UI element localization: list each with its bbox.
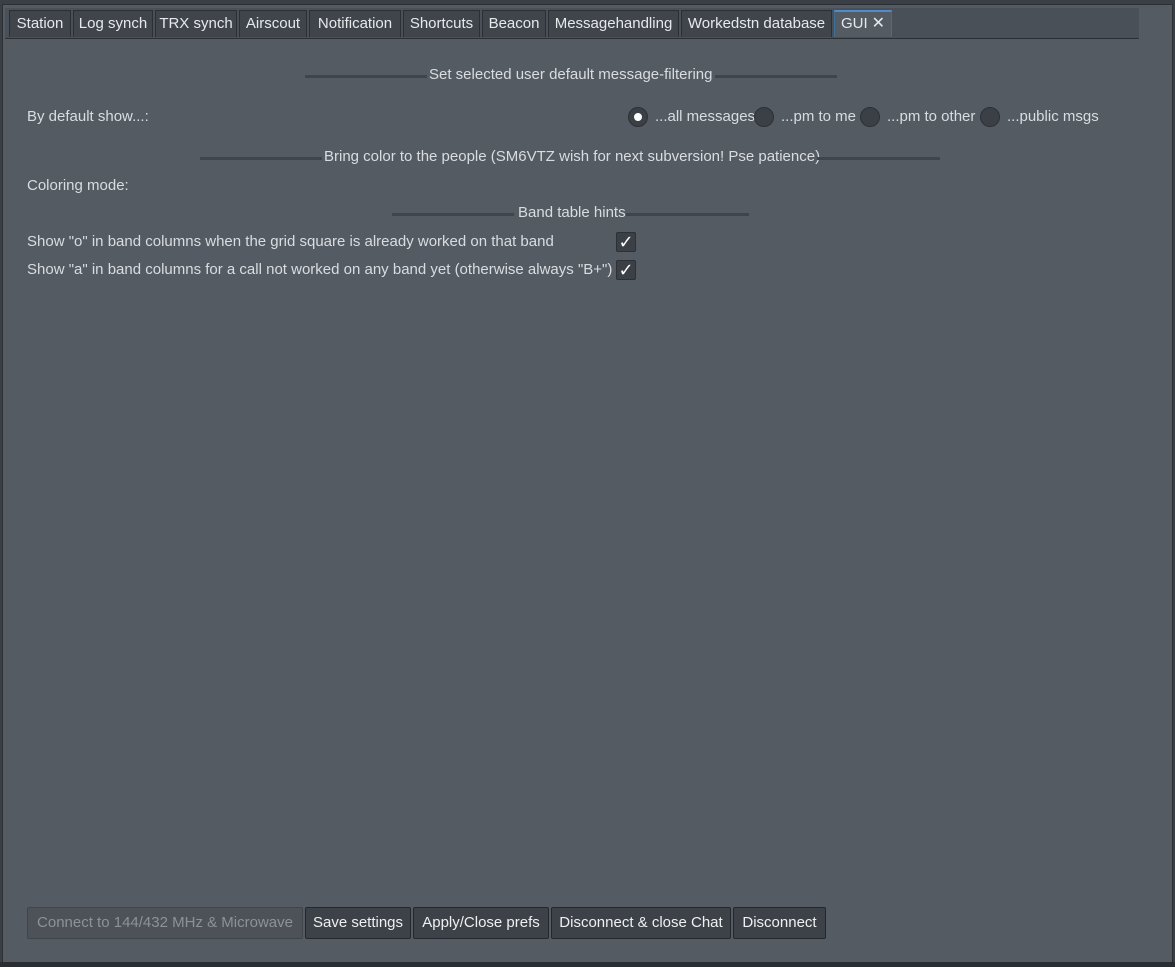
hint-o-checkbox[interactable]: ✓: [616, 232, 636, 252]
underlying-window-edge: [0, 962, 1175, 967]
section-title: Bring color to the people (SM6VTZ wish f…: [324, 148, 821, 165]
hint-o-label: Show "o" in band columns when the grid s…: [27, 233, 554, 250]
tab-label: Beacon: [488, 15, 540, 32]
tab-label: GUI: [840, 15, 868, 32]
tab-gui[interactable]: GUI ✕: [834, 10, 892, 37]
disconnect-button[interactable]: Disconnect: [733, 907, 826, 939]
hint-a-label: Show "a" in band columns for a call not …: [27, 261, 613, 278]
tab-label: TRX synch: [159, 15, 233, 32]
tab-label: Notification: [317, 15, 393, 32]
tab-log-synch[interactable]: Log synch: [73, 10, 153, 37]
section-coloring: Bring color to the people (SM6VTZ wish f…: [200, 148, 940, 168]
tab-station[interactable]: Station: [9, 10, 71, 37]
tab-label: Messagehandling: [554, 15, 673, 32]
save-settings-button[interactable]: Save settings: [305, 907, 411, 939]
default-show-label: By default show...:: [27, 108, 149, 125]
checkmark-icon: ✓: [618, 232, 634, 252]
tab-label: Log synch: [78, 15, 148, 32]
tab-shortcuts[interactable]: Shortcuts: [403, 10, 480, 37]
tab-label: Shortcuts: [409, 15, 474, 32]
connect-button[interactable]: Connect to 144/432 MHz & Microwave: [27, 907, 303, 939]
section-band-table-hints: Band table hints: [392, 204, 749, 224]
coloring-mode-label: Coloring mode:: [27, 177, 129, 194]
close-icon[interactable]: ✕: [872, 15, 885, 32]
disconnect-close-chat-button[interactable]: Disconnect & close Chat: [551, 907, 731, 939]
tab-label: Workedstn database: [687, 15, 826, 32]
tab-bar: Station Log synch TRX synch Airscout Not…: [5, 8, 1139, 39]
radio-label-public-msgs: ...public msgs: [1007, 108, 1099, 125]
radio-label-pm-to-me: ...pm to me: [781, 108, 857, 125]
radio-label-all-messages: ...all messages: [655, 108, 756, 125]
tab-airscout[interactable]: Airscout: [239, 10, 307, 37]
section-message-filtering: Set selected user default message-filter…: [305, 66, 837, 86]
hint-a-checkbox[interactable]: ✓: [616, 260, 636, 280]
tab-label: Station: [16, 15, 64, 32]
tab-workedstn-database[interactable]: Workedstn database: [681, 10, 832, 37]
apply-close-prefs-button[interactable]: Apply/Close prefs: [413, 907, 549, 939]
radio-pm-to-other[interactable]: [860, 107, 880, 127]
tab-label: Airscout: [245, 15, 301, 32]
checkmark-icon: ✓: [618, 260, 634, 280]
tab-beacon[interactable]: Beacon: [482, 10, 546, 37]
tab-messagehandling[interactable]: Messagehandling: [548, 10, 679, 37]
radio-pm-to-me[interactable]: [754, 107, 774, 127]
preferences-window: Station Log synch TRX synch Airscout Not…: [2, 4, 1173, 964]
tab-trx-synch[interactable]: TRX synch: [155, 10, 237, 37]
radio-public-msgs[interactable]: [980, 107, 1000, 127]
section-title: Band table hints: [518, 204, 626, 221]
radio-all-messages[interactable]: [628, 107, 648, 127]
radio-label-pm-to-other: ...pm to other: [887, 108, 976, 125]
tab-notification[interactable]: Notification: [309, 10, 401, 37]
section-title: Set selected user default message-filter…: [429, 66, 713, 83]
